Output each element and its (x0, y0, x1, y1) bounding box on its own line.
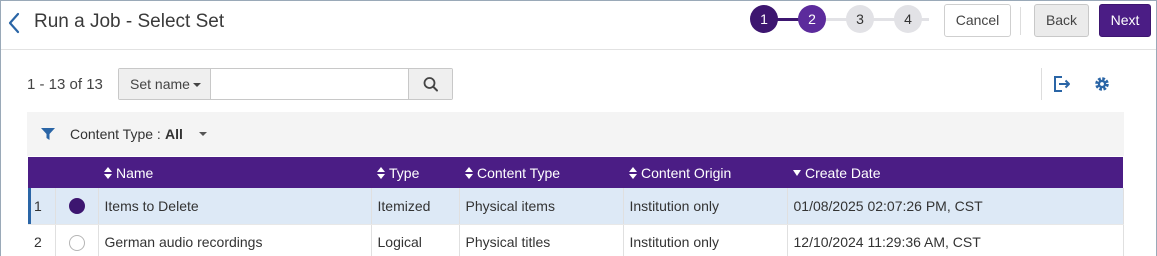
export-icon[interactable] (1052, 75, 1072, 93)
search-input[interactable] (211, 69, 408, 99)
table-row[interactable]: 2 German audio recordings Logical Physic… (28, 224, 1124, 256)
filter-value[interactable]: All (165, 126, 183, 142)
back-arrow-icon[interactable] (5, 10, 23, 36)
column-header-content-origin[interactable]: Content Origin (623, 157, 787, 188)
sort-icon (377, 166, 385, 179)
step-2[interactable]: 2 (798, 5, 826, 33)
wizard-stepper: 1 2 3 4 (749, 5, 929, 35)
step-1[interactable]: 1 (750, 5, 778, 33)
record-count: 1 - 13 of 13 (27, 76, 103, 93)
search-button[interactable] (408, 69, 452, 99)
row-radio-selected[interactable] (68, 198, 85, 215)
row-number: 1 (28, 188, 56, 225)
column-header-number (28, 157, 55, 188)
sort-desc-icon (793, 169, 801, 176)
set-type: Itemized (371, 188, 460, 225)
set-name[interactable]: German audio recordings (98, 224, 372, 256)
set-create-date: 01/08/2025 02:07:26 PM, CST (787, 188, 1124, 225)
cancel-button[interactable]: Cancel (944, 4, 1011, 37)
sets-table: Name Type Content Type Content Origin Cr… (28, 157, 1124, 256)
row-select-cell (55, 188, 99, 225)
filter-bar: Content Type : All (27, 112, 1124, 156)
column-label-content-type: Content Type (477, 164, 561, 181)
step-3[interactable]: 3 (846, 5, 874, 33)
column-label-content-origin: Content Origin (641, 164, 732, 181)
set-type: Logical (371, 224, 460, 256)
set-create-date: 12/10/2024 11:29:36 AM, CST (787, 224, 1124, 256)
set-content-type: Physical titles (459, 224, 624, 256)
column-header-content-type[interactable]: Content Type (459, 157, 623, 188)
column-label-create-date: Create Date (805, 164, 881, 181)
set-content-type: Physical items (459, 188, 624, 225)
search-field-dropdown[interactable]: Set name (119, 69, 211, 99)
row-radio[interactable] (68, 234, 85, 251)
row-number: 2 (28, 224, 56, 256)
set-name[interactable]: Items to Delete (98, 188, 372, 225)
search-bar: Set name (118, 68, 453, 100)
page-header: Run a Job - Select Set 1 2 3 4 Cancel Ba… (1, 1, 1156, 50)
sort-icon (104, 166, 112, 179)
header-divider (1020, 7, 1021, 35)
sort-icon (465, 166, 473, 179)
step-4[interactable]: 4 (894, 5, 922, 33)
column-header-name[interactable]: Name (98, 157, 371, 188)
next-button[interactable]: Next (1099, 4, 1151, 37)
set-content-origin: Institution only (623, 188, 788, 225)
column-header-create-date[interactable]: Create Date (787, 157, 1123, 188)
set-content-origin: Institution only (623, 224, 788, 256)
column-label-name: Name (116, 164, 154, 181)
back-button[interactable]: Back (1034, 4, 1089, 37)
table-header-row: Name Type Content Type Content Origin Cr… (28, 157, 1123, 188)
column-header-type[interactable]: Type (371, 157, 459, 188)
page-title: Run a Job - Select Set (34, 11, 225, 32)
sort-icon (629, 166, 637, 179)
table-row[interactable]: 1 Items to Delete Itemized Physical item… (28, 188, 1124, 225)
caret-down-icon (192, 83, 201, 88)
filter-label: Content Type : (70, 126, 161, 142)
chevron-down-icon[interactable] (195, 126, 211, 142)
search-field-label: Set name (130, 76, 190, 92)
toolbar-divider (1041, 68, 1042, 100)
column-label-type: Type (389, 164, 420, 181)
row-select-cell (55, 224, 99, 256)
column-header-select (55, 157, 98, 188)
search-icon (423, 77, 438, 92)
gear-icon[interactable] (1093, 75, 1111, 93)
filter-icon (41, 128, 55, 140)
